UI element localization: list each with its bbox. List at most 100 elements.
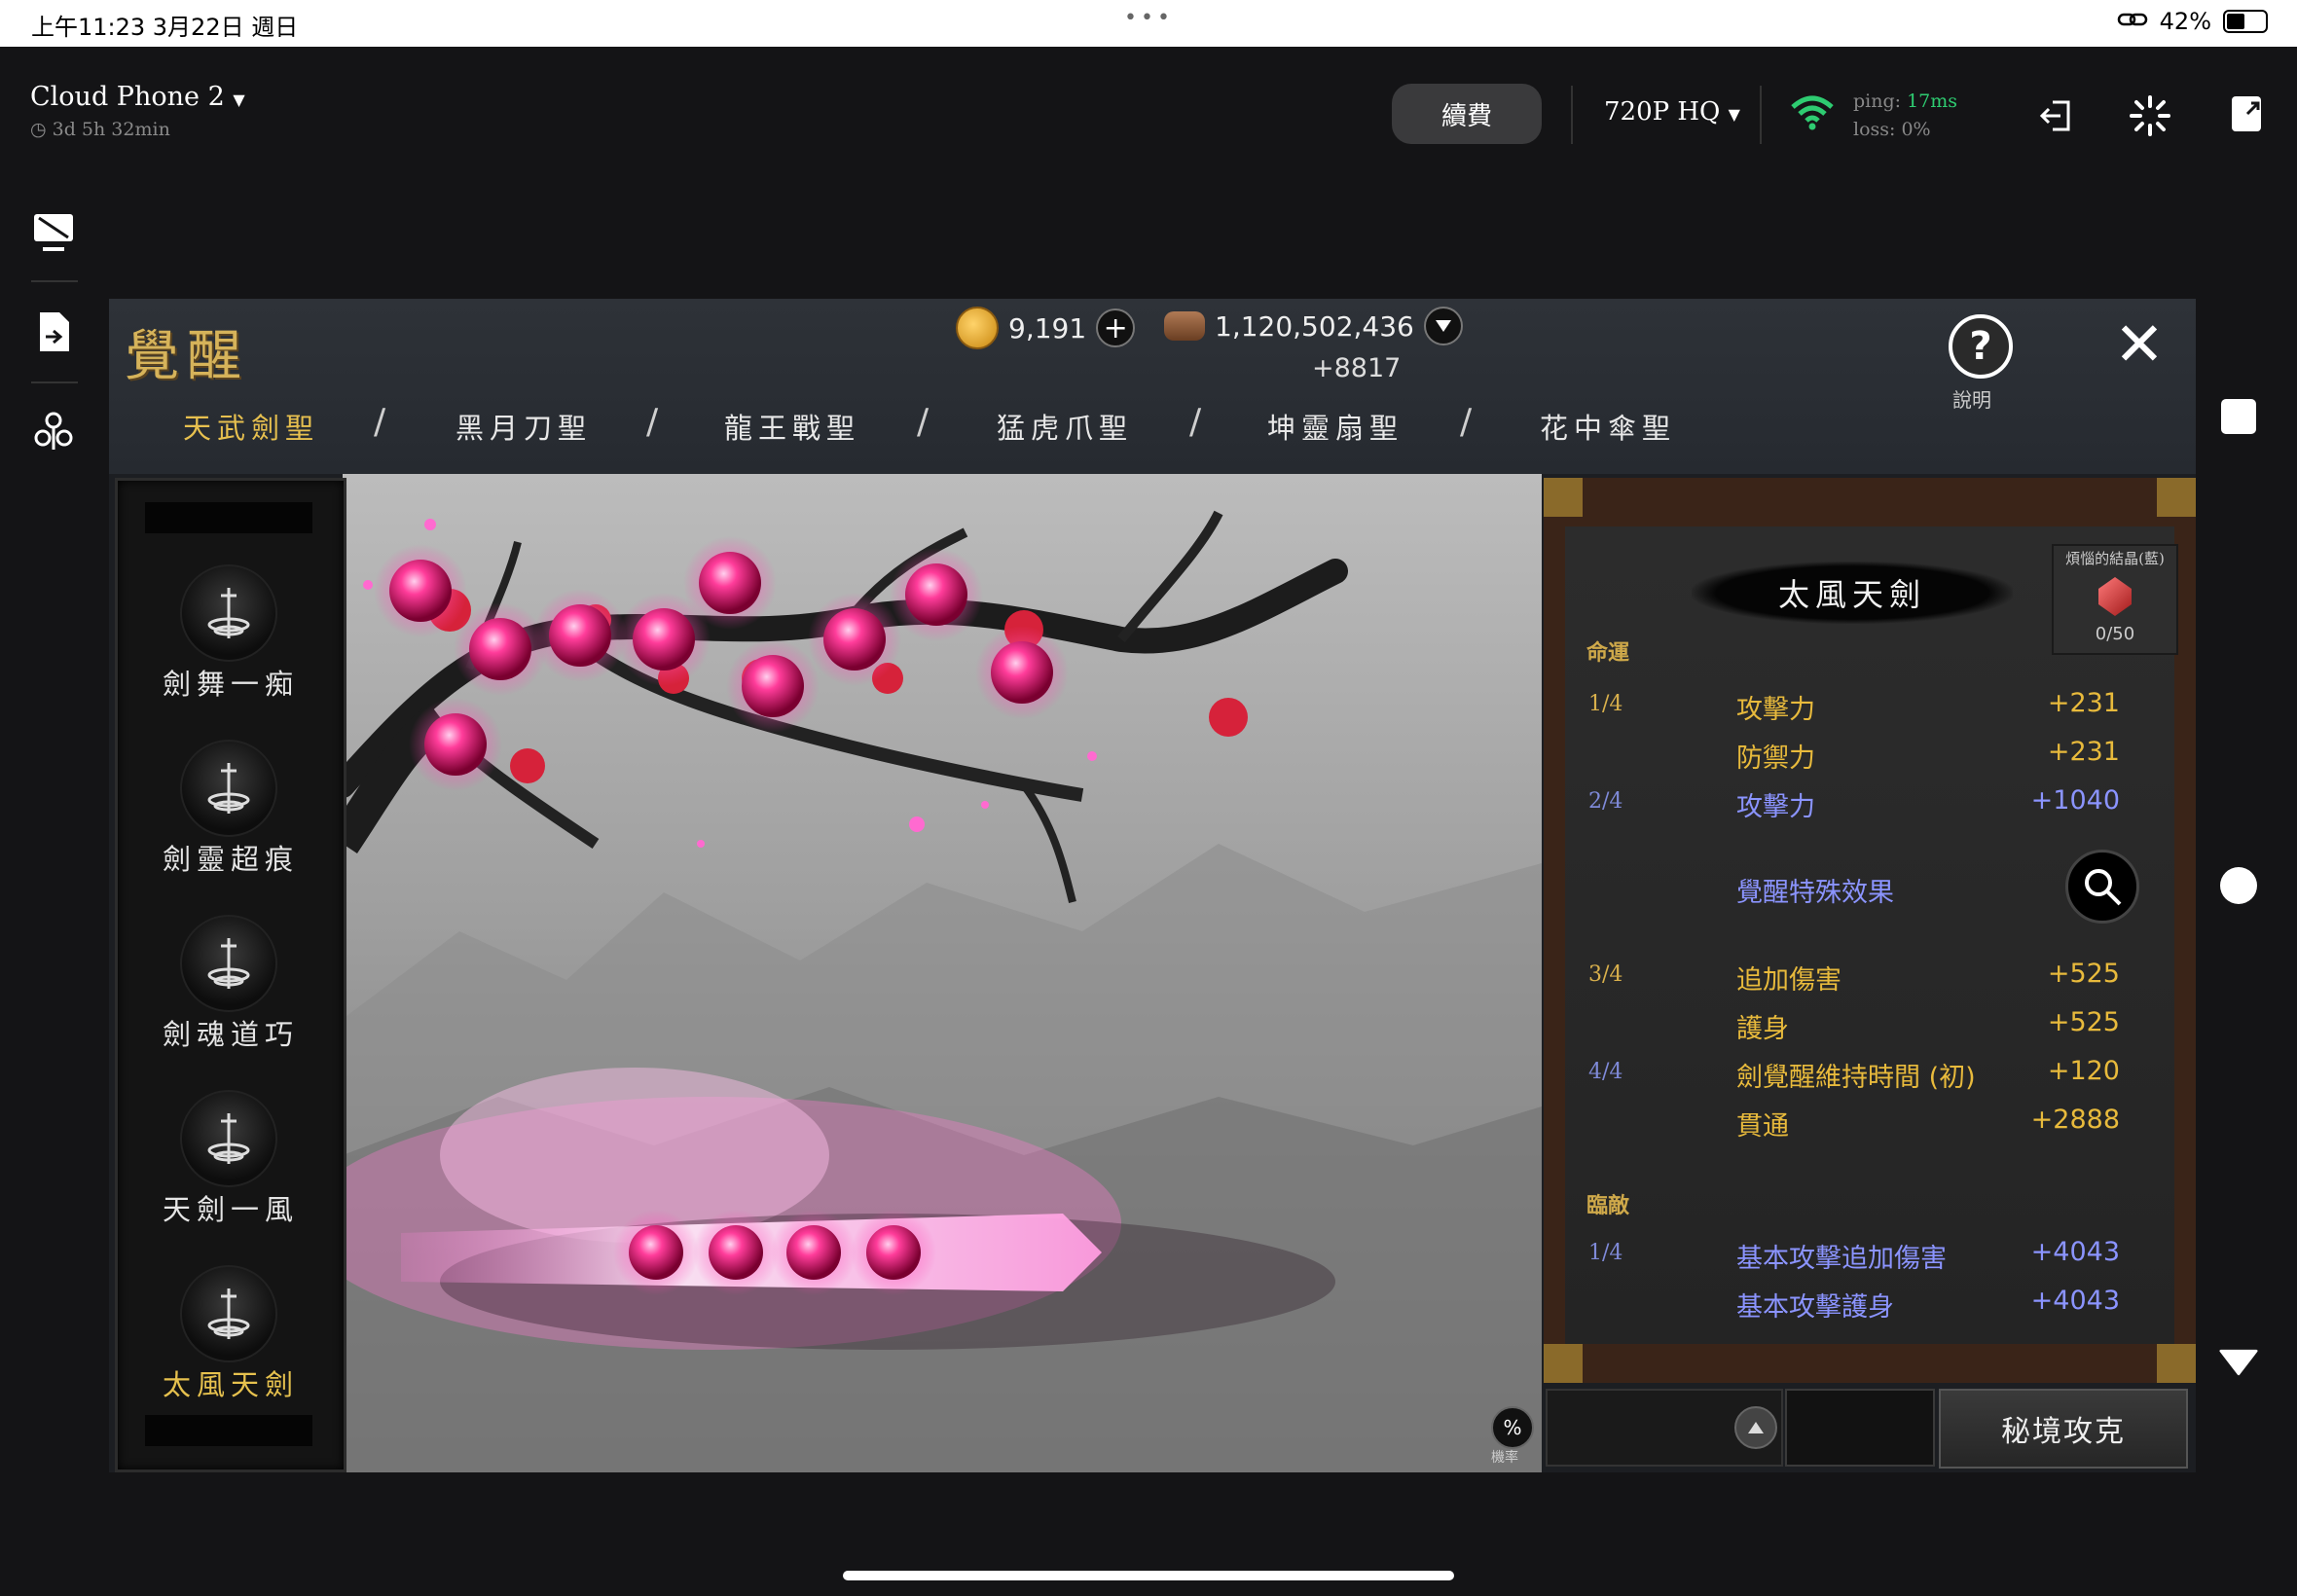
special-effect-label[interactable]: 覺醒特殊效果 — [1736, 871, 1894, 909]
row-stat: 攻擊力 — [1736, 695, 1815, 725]
probability-label: 機率 — [1491, 1450, 1518, 1466]
row-stat: 貫通 — [1736, 1111, 1789, 1142]
skill-item[interactable]: 劍舞一痴 — [118, 564, 344, 730]
tab-kunling[interactable]: 坤靈扇聖 — [1267, 406, 1404, 447]
tab-heiyue[interactable]: 黑月刀聖 — [456, 406, 592, 447]
sword-emblem-icon — [180, 564, 277, 662]
row-level: 2/4 — [1588, 789, 1623, 814]
uptime-text: 3d 5h 32min — [52, 119, 170, 140]
status-time: 上午11:23 3月22日 週日 — [31, 14, 299, 41]
awakening-scene — [343, 474, 1542, 1472]
tab-tianwu[interactable]: 天武劍聖 — [183, 406, 319, 447]
row-level: 1/4 — [1588, 1241, 1623, 1265]
quantity-slot[interactable] — [1785, 1389, 1935, 1467]
expand-up-button[interactable] — [1734, 1406, 1777, 1449]
wifi-icon — [1791, 95, 1834, 134]
skill-label: 天劍一風 — [162, 1193, 299, 1226]
exit-icon[interactable] — [2034, 93, 2079, 138]
secret-realm-button[interactable]: 秘境攻克 — [1939, 1389, 2188, 1469]
help-button[interactable]: ? — [1949, 314, 2013, 379]
panel-corner — [2157, 478, 2196, 517]
renew-button[interactable]: 續費 — [1392, 84, 1542, 144]
skill-item[interactable]: 劍靈超痕 — [118, 740, 344, 905]
row-value: +525 — [2047, 1007, 2120, 1037]
row-value: +2888 — [2030, 1105, 2120, 1135]
row-value: +4043 — [2030, 1286, 2120, 1316]
panel-corner — [1544, 1344, 1583, 1383]
crystal-icon — [2098, 577, 2132, 616]
question-icon: ? — [1969, 324, 1992, 369]
skill-list: 劍舞一痴 劍靈超痕 劍魂道巧 天劍一風 太風天劍 — [115, 478, 346, 1472]
panel-corner — [2157, 1344, 2196, 1383]
row-stat: 基本攻擊護身 — [1736, 1292, 1894, 1323]
caret-down-icon: ▼ — [1728, 105, 1740, 124]
row-value: +1040 — [2030, 785, 2120, 816]
ping-row: ping: 17ms — [1853, 88, 1957, 116]
divider — [1571, 86, 1573, 144]
row-stat: 攻擊力 — [1736, 792, 1815, 822]
game-screen[interactable]: 覺醒 9,191 + 1,120,502,436 +8817 ? 說明 ✕ 天武… — [109, 299, 2196, 1472]
tab-separator: / — [374, 402, 386, 442]
network-stats: ping: 17ms loss: 0% — [1853, 88, 1957, 144]
add-gold-button[interactable]: + — [1096, 308, 1136, 347]
crystal-title: 煩惱的結晶(藍) — [2065, 550, 2165, 567]
gold-counter: 9,191 + — [956, 307, 1136, 349]
skill-item-selected[interactable]: 太風天劍 — [118, 1265, 344, 1431]
awakening-stats-panel: 太風天劍 煩惱的結晶(藍) 0/50 命運 1/4 攻擊力 +231 防禦力 +… — [1544, 478, 2196, 1383]
tab-longwang[interactable]: 龍王戰聖 — [724, 406, 860, 447]
gold-coin-icon — [956, 307, 999, 349]
multitask-dots[interactable]: ••• — [1124, 6, 1174, 30]
gem-counter: 1,120,502,436 — [1164, 307, 1463, 345]
percent-icon: % — [1503, 1416, 1522, 1439]
section-battle: 臨敵 — [1586, 1193, 1630, 1218]
app-switch-icon[interactable] — [2225, 91, 2270, 136]
row-level: 3/4 — [1588, 962, 1623, 987]
loss-text: loss: 0% — [1853, 119, 1931, 140]
square-icon[interactable] — [2219, 397, 2258, 436]
home-indicator[interactable] — [843, 1571, 1454, 1580]
sword-emblem-icon — [180, 1265, 277, 1362]
tab-separator: / — [646, 402, 659, 442]
divider — [1760, 86, 1762, 144]
settings-icon[interactable] — [29, 407, 78, 455]
tab-menghu[interactable]: 猛虎爪聖 — [997, 406, 1133, 447]
loading-icon[interactable] — [2128, 93, 2172, 138]
tab-separator: / — [1189, 402, 1202, 442]
tab-separator: / — [1460, 402, 1473, 442]
crystal-count: 0/50 — [2095, 624, 2135, 644]
skill-item[interactable]: 天劍一風 — [118, 1090, 344, 1255]
battery-icon — [2223, 10, 2268, 33]
skill-item[interactable]: 劍魂道巧 — [118, 915, 344, 1080]
search-icon[interactable] — [2065, 850, 2139, 924]
device-name: Cloud Phone 2 — [30, 82, 225, 112]
row-value: +4043 — [2030, 1237, 2120, 1267]
circle-icon[interactable] — [2219, 866, 2258, 905]
row-value: +525 — [2047, 959, 2120, 989]
file-transfer-icon[interactable] — [29, 308, 78, 356]
row-value: +231 — [2047, 688, 2120, 718]
panel-content[interactable]: 太風天劍 煩惱的結晶(藍) 0/50 命運 1/4 攻擊力 +231 防禦力 +… — [1565, 526, 2178, 1344]
quality-label: 720P HQ — [1604, 97, 1721, 127]
probability-button[interactable]: % — [1491, 1406, 1534, 1449]
class-tabs: 天武劍聖 / 黑月刀聖 / 龍王戰聖 / 猛虎爪聖 / 坤靈扇聖 / 花中傘聖 — [109, 402, 2196, 460]
device-name-dropdown[interactable]: Cloud Phone 2 ▼ — [30, 82, 245, 112]
crystal-slot[interactable]: 煩惱的結晶(藍) 0/50 — [2052, 544, 2178, 655]
gem-bonus: +8817 — [1312, 353, 1402, 383]
status-right: 42% — [2117, 8, 2268, 35]
cloud-toolbar: Cloud Phone 2 ▼ ◷ 3d 5h 32min 續費 720P HQ… — [0, 47, 2297, 163]
row-stat: 護身 — [1736, 1014, 1789, 1044]
divider — [31, 381, 78, 383]
triangle-icon[interactable] — [2219, 1343, 2258, 1382]
screen-off-icon[interactable] — [29, 208, 78, 257]
row-stat: 追加傷害 — [1736, 965, 1841, 996]
panel-corner — [1544, 478, 1583, 517]
gem-dropdown-button[interactable] — [1423, 307, 1463, 345]
skill-label: 劍魂道巧 — [162, 1018, 299, 1051]
divider — [31, 280, 78, 282]
quality-dropdown[interactable]: 720P HQ ▼ — [1604, 97, 1740, 127]
link-icon — [2117, 8, 2148, 35]
close-button[interactable]: ✕ — [2114, 308, 2165, 380]
gem-amount: 1,120,502,436 — [1215, 309, 1414, 343]
tab-huazhong[interactable]: 花中傘聖 — [1540, 406, 1676, 447]
sword-emblem-icon — [180, 915, 277, 1012]
